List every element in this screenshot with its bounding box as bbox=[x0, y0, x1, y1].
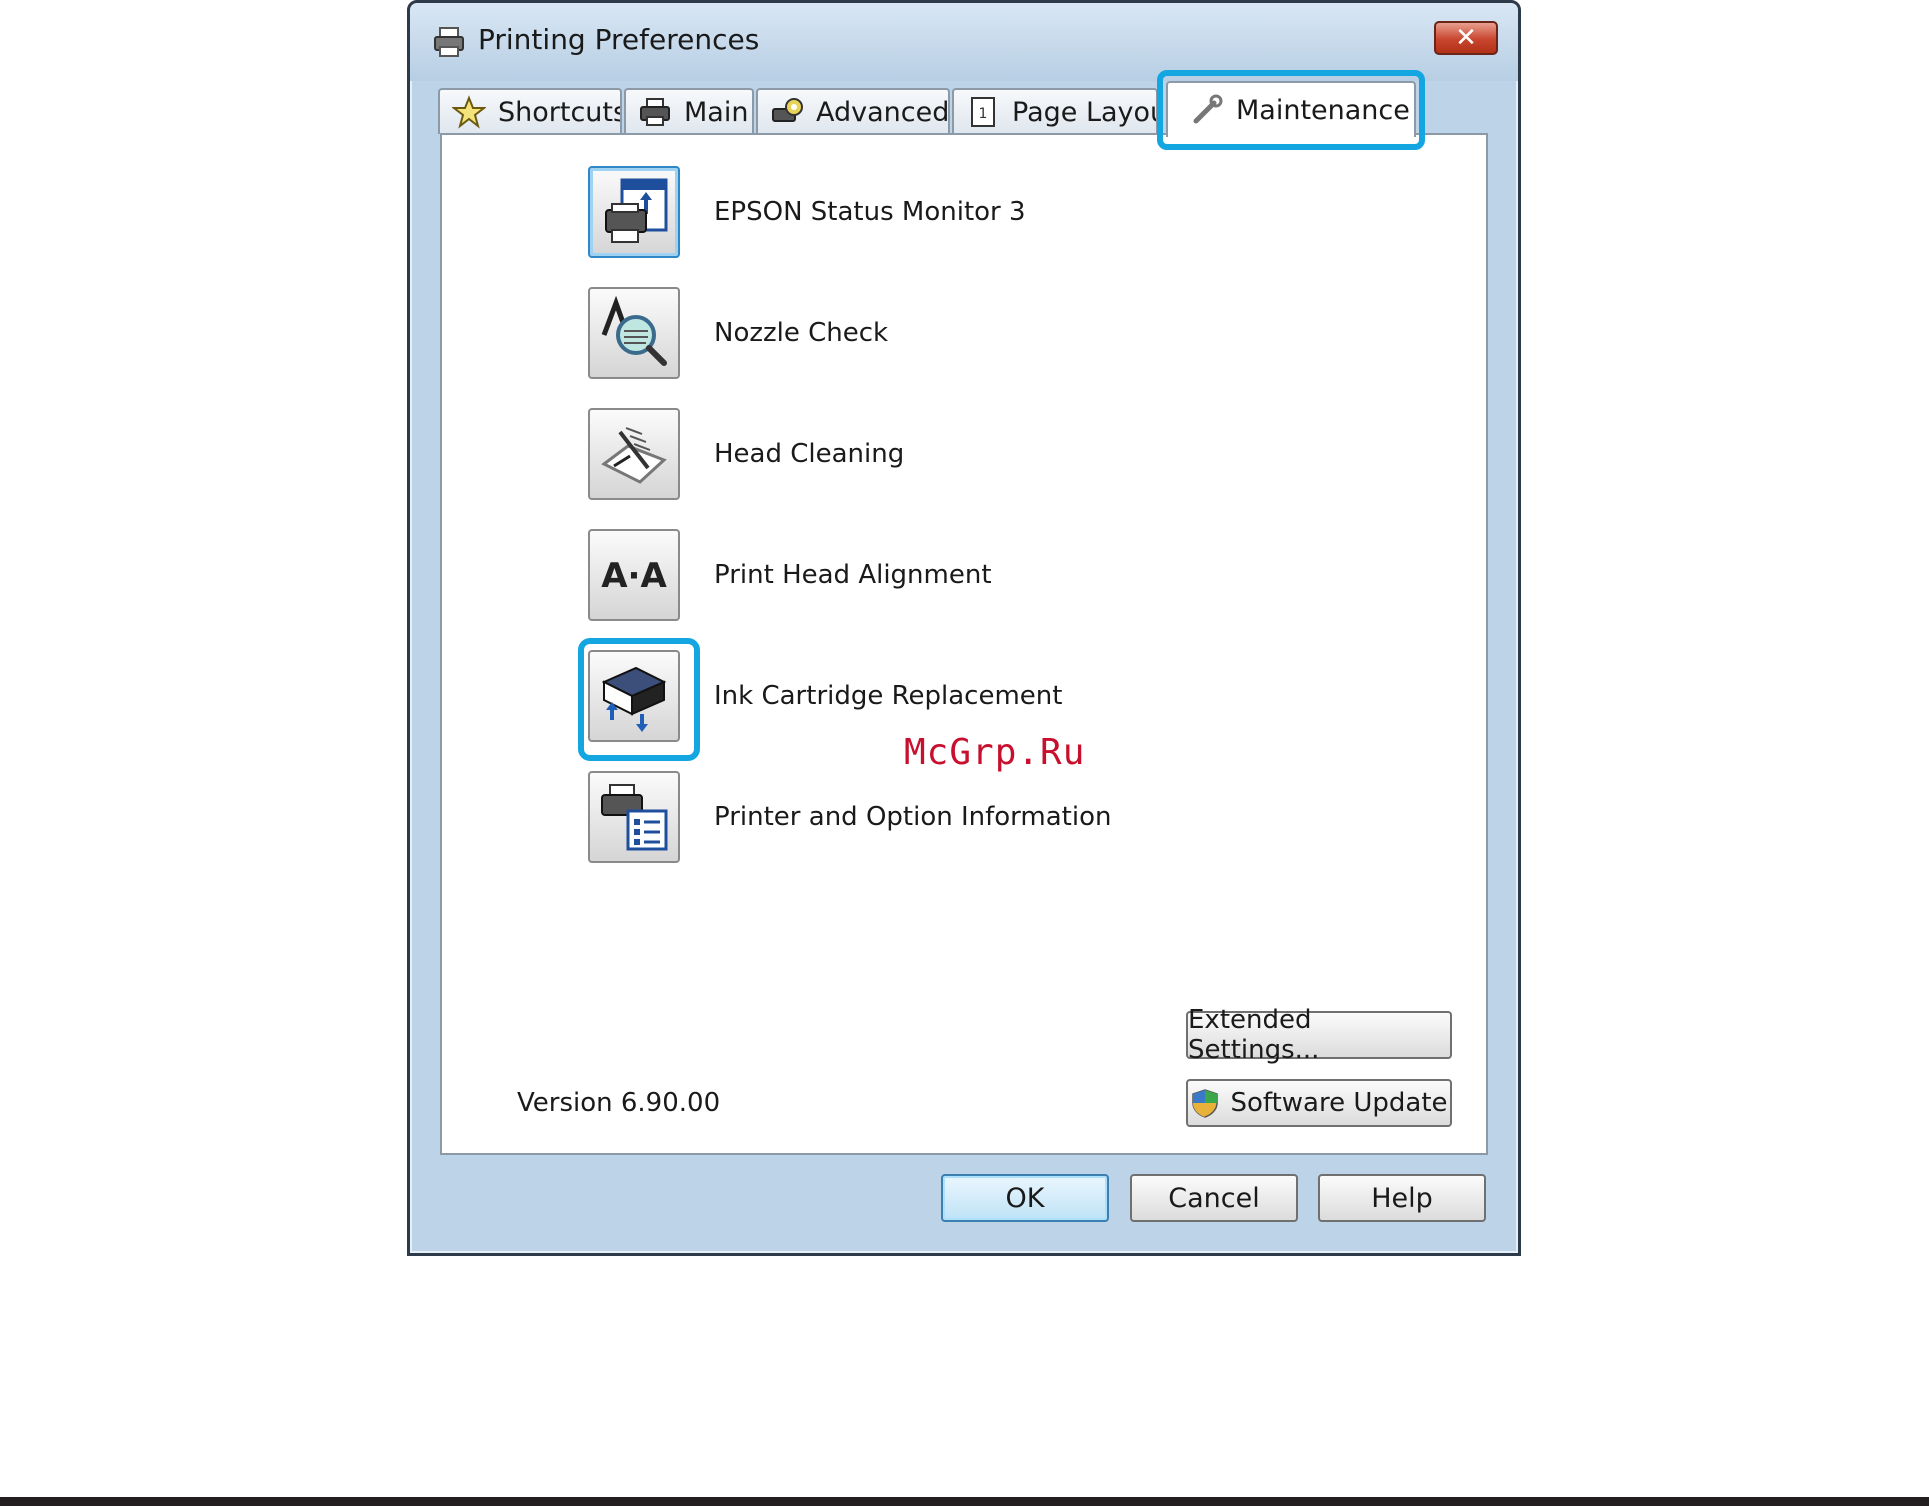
close-button[interactable]: ✕ bbox=[1434, 21, 1498, 55]
printer-info-item[interactable]: Printer and Option Information bbox=[588, 770, 1111, 864]
status-monitor-item[interactable]: EPSON Status Monitor 3 bbox=[588, 165, 1026, 259]
head-cleaning-label: Head Cleaning bbox=[714, 439, 905, 469]
alignment-glyph: A·A bbox=[601, 556, 667, 596]
print-head-alignment-label: Print Head Alignment bbox=[714, 560, 992, 590]
printer-info-icon bbox=[601, 784, 668, 851]
maintenance-panel: EPSON Status Monitor 3 Nozzle Check Head… bbox=[440, 133, 1488, 1155]
nozzle-check-button[interactable] bbox=[588, 287, 680, 379]
tab-label: Advanced bbox=[816, 96, 950, 128]
page-bottom-rule bbox=[0, 1497, 1929, 1506]
extended-settings-button[interactable]: Extended Settings... bbox=[1186, 1005, 1452, 1065]
tab-shortcuts[interactable]: Shortcuts bbox=[438, 88, 622, 134]
maintenance-tab-highlight bbox=[1157, 70, 1425, 150]
nozzle-check-label: Nozzle Check bbox=[714, 318, 889, 348]
status-monitor-icon bbox=[605, 178, 668, 243]
nozzle-check-item[interactable]: Nozzle Check bbox=[588, 286, 888, 380]
ink-cartridge-label: Ink Cartridge Replacement bbox=[714, 681, 1063, 711]
cancel-button[interactable]: Cancel bbox=[1130, 1174, 1298, 1222]
page-icon: 1 bbox=[971, 97, 995, 127]
print-head-alignment-item[interactable]: A·A Print Head Alignment bbox=[588, 528, 992, 622]
tab-label: Shortcuts bbox=[498, 96, 622, 128]
tab-label: Main bbox=[684, 96, 749, 128]
window-title: Printing Preferences bbox=[478, 23, 760, 56]
tab-label: Page Layou bbox=[1012, 96, 1158, 128]
printer-info-label: Printer and Option Information bbox=[714, 802, 1112, 832]
gear-printer-icon bbox=[772, 98, 803, 122]
software-update-button[interactable]: Software Update bbox=[1186, 1079, 1452, 1127]
printer-icon bbox=[434, 27, 464, 57]
head-cleaning-button[interactable] bbox=[588, 408, 680, 500]
printing-preferences-window: Printing Preferences ✕ Shortcuts Main Ad… bbox=[407, 0, 1521, 1256]
printer-info-button[interactable] bbox=[588, 771, 680, 863]
head-cleaning-item[interactable]: Head Cleaning bbox=[588, 407, 904, 501]
shield-icon bbox=[1192, 1089, 1219, 1118]
printer-icon bbox=[640, 98, 670, 126]
watermark-text: McGrp.Ru bbox=[904, 732, 1086, 773]
ok-button[interactable]: OK bbox=[941, 1174, 1109, 1222]
status-monitor-button[interactable] bbox=[588, 166, 680, 258]
svg-text:1: 1 bbox=[979, 106, 988, 122]
ink-cartridge-highlight bbox=[578, 638, 700, 761]
print-head-alignment-icon: A·A bbox=[601, 556, 667, 596]
extended-settings-label: Extended Settings... bbox=[1188, 1005, 1320, 1065]
head-cleaning-icon bbox=[601, 427, 667, 484]
tab-main[interactable]: Main bbox=[624, 88, 754, 134]
tab-page-layout[interactable]: 1 Page Layou bbox=[952, 88, 1158, 134]
star-icon bbox=[452, 95, 486, 129]
software-update-label: Software Update bbox=[1230, 1088, 1448, 1118]
nozzle-check-icon bbox=[601, 295, 667, 366]
tab-advanced[interactable]: Advanced bbox=[756, 88, 950, 134]
version-text: Version 6.90.00 bbox=[517, 1088, 721, 1118]
print-head-alignment-button[interactable]: A·A bbox=[588, 529, 680, 621]
help-button[interactable]: Help bbox=[1318, 1174, 1486, 1222]
status-monitor-label: EPSON Status Monitor 3 bbox=[714, 197, 1026, 227]
